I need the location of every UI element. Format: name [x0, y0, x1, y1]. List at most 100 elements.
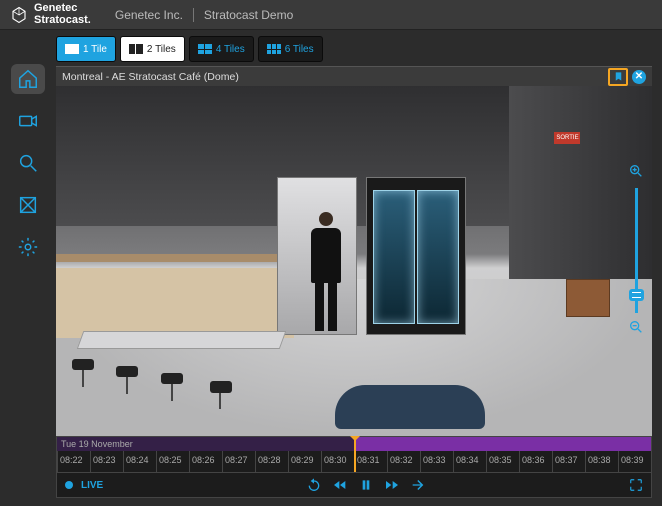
timeline-tick-label: 08:36 [522, 455, 545, 465]
timeline-tick: 08:26 [189, 451, 222, 472]
sidebar-cameras[interactable] [11, 106, 45, 136]
close-tile-button[interactable]: ✕ [632, 70, 646, 84]
crumb-company[interactable]: Genetec Inc. [115, 8, 183, 22]
timeline-tick-label: 08:26 [192, 455, 215, 465]
playback-bar: LIVE [56, 472, 652, 498]
fullscreen-icon [629, 478, 643, 492]
gear-icon [17, 236, 39, 258]
timeline-tick-label: 08:27 [225, 455, 248, 465]
live-indicator-icon [65, 481, 73, 489]
rewind-button[interactable] [332, 477, 348, 493]
timeline-tick-label: 08:35 [489, 455, 512, 465]
timeline-tick: 08:27 [222, 451, 255, 472]
camera-icon [17, 110, 39, 132]
timeline-tick-label: 08:24 [126, 455, 149, 465]
tile-titlebar: Montreal - AE Stratocast Café (Dome) ✕ [56, 66, 652, 86]
timeline-tick-label: 08:28 [258, 455, 281, 465]
go-live-button[interactable] [410, 477, 426, 493]
tile-layout-6[interactable]: 6 Tiles [258, 36, 323, 62]
tile-layout-2[interactable]: 2 Tiles [120, 36, 185, 62]
tile-layout-4[interactable]: 4 Tiles [189, 36, 254, 62]
timeline-tick: 08:25 [156, 451, 189, 472]
timeline[interactable]: Tue 19 November 08:22 08:23 08:24 08:25 08:2… [56, 436, 652, 472]
timeline-tick-label: 08:22 [60, 455, 83, 465]
tile-layout-label: 4 Tiles [216, 44, 245, 55]
timeline-date: Tue 19 November [61, 439, 133, 449]
sidebar-home[interactable] [11, 64, 45, 94]
timeline-tick-label: 08:25 [159, 455, 182, 465]
rewind-icon [332, 477, 348, 493]
zoom-out-button[interactable] [628, 319, 644, 338]
timeline-tick: 08:31 [354, 451, 387, 472]
timeline-tick: 08:29 [288, 451, 321, 472]
replay-button[interactable] [306, 477, 322, 493]
timeline-tick-label: 08:31 [357, 455, 380, 465]
timeline-tick-label: 08:30 [324, 455, 347, 465]
zoom-slider-thumb[interactable] [629, 289, 644, 301]
timeline-tick: 08:23 [90, 451, 123, 472]
bookmark-icon [613, 71, 624, 82]
timeline-tick: 08:28 [255, 451, 288, 472]
timeline-tick-label: 08:32 [390, 455, 413, 465]
camera-title: Montreal - AE Stratocast Café (Dome) [62, 71, 239, 83]
timeline-tick: 08:38 [585, 451, 618, 472]
live-label: LIVE [81, 480, 103, 491]
app-header: Genetec Stratocast. Genetec Inc. Stratoc… [0, 0, 662, 30]
brand-line2: Stratocast. [34, 15, 91, 27]
sidebar [0, 30, 56, 506]
zoom-in-button[interactable] [628, 163, 644, 182]
tile-layout-label: 6 Tiles [285, 44, 314, 55]
fast-forward-button[interactable] [384, 477, 400, 493]
timeline-tick-label: 08:34 [456, 455, 479, 465]
tile-layout-label: 1 Tile [83, 44, 107, 55]
timeline-playhead[interactable] [354, 437, 356, 472]
timeline-tick-label: 08:38 [588, 455, 611, 465]
timeline-tick: 08:39 [618, 451, 651, 472]
zoom-control [626, 163, 646, 338]
target-icon [17, 194, 39, 216]
timeline-tick: 08:22 [57, 451, 90, 472]
fast-forward-icon [384, 477, 400, 493]
crumb-project[interactable]: Stratocast Demo [204, 8, 293, 22]
tile-layout-1[interactable]: 1 Tile [56, 36, 116, 62]
timeline-tick: 08:33 [420, 451, 453, 472]
pause-icon [358, 477, 374, 493]
main-area: 1 Tile 2 Tiles 4 Tiles 6 Tiles Montreal - A… [56, 30, 662, 506]
close-icon: ✕ [635, 71, 643, 82]
zoom-in-icon [628, 163, 644, 179]
pause-button[interactable] [358, 477, 374, 493]
genetec-logo-icon [10, 6, 28, 24]
timeline-tick: 08:36 [519, 451, 552, 472]
tile-grid-icon [198, 44, 212, 54]
tile-grid-icon [129, 44, 143, 54]
fullscreen-button[interactable] [629, 478, 643, 492]
video-viewport[interactable]: SORTIE [56, 86, 652, 436]
home-icon [17, 68, 39, 90]
bookmark-button[interactable] [608, 68, 628, 86]
tile-grid-icon [267, 44, 281, 54]
replay-icon [306, 477, 322, 493]
timeline-tick-label: 08:23 [93, 455, 116, 465]
exit-sign: SORTIE [554, 132, 580, 144]
zoom-slider-track[interactable] [635, 188, 638, 313]
brand-line1: Genetec [34, 3, 91, 15]
timeline-tick-label: 08:39 [621, 455, 644, 465]
brand-logo: Genetec Stratocast. [10, 3, 91, 26]
crumb-separator [193, 8, 194, 22]
tile-layout-label: 2 Tiles [147, 44, 176, 55]
breadcrumb: Genetec Inc. Stratocast Demo [115, 8, 293, 22]
timeline-tick-label: 08:37 [555, 455, 578, 465]
zoom-out-icon [628, 319, 644, 335]
timeline-tick: 08:34 [453, 451, 486, 472]
video-tile: Montreal - AE Stratocast Café (Dome) ✕ S… [56, 66, 652, 498]
search-icon [17, 152, 39, 174]
timeline-tick-label: 08:33 [423, 455, 446, 465]
sidebar-search[interactable] [11, 148, 45, 178]
timeline-tick: 08:30 [321, 451, 354, 472]
tile-layout-toolbar: 1 Tile 2 Tiles 4 Tiles 6 Tiles [56, 36, 652, 62]
timeline-tick-label: 08:29 [291, 455, 314, 465]
sidebar-views[interactable] [11, 190, 45, 220]
timeline-tick: 08:24 [123, 451, 156, 472]
sidebar-settings[interactable] [11, 232, 45, 262]
arrow-right-icon [410, 477, 426, 493]
